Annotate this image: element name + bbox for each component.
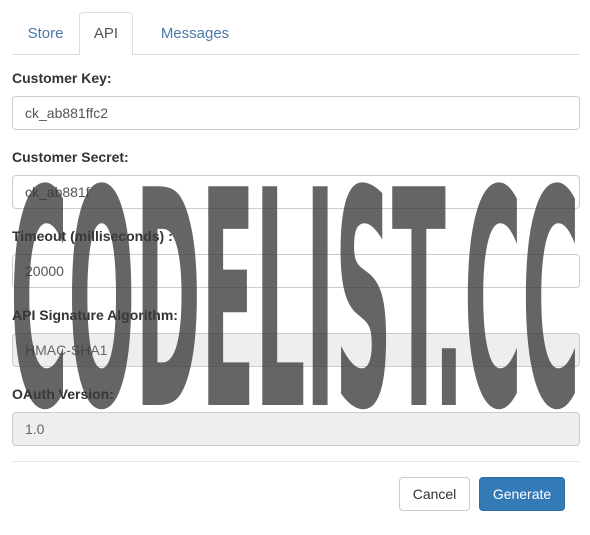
settings-tabs: Store API Messages [12, 12, 580, 55]
signature-algorithm-input [12, 333, 580, 367]
timeout-input[interactable] [12, 254, 580, 288]
customer-key-label: Customer Key: [12, 70, 112, 86]
form-divider [12, 461, 580, 462]
tab-messages[interactable]: Messages [136, 12, 254, 55]
tab-store[interactable]: Store [12, 12, 79, 55]
generate-button[interactable]: Generate [479, 477, 565, 511]
tab-api[interactable]: API [79, 12, 133, 55]
customer-key-input[interactable] [12, 96, 580, 130]
oauth-version-label: OAuth Version: [12, 386, 114, 402]
customer-secret-input[interactable] [12, 175, 580, 209]
oauth-version-input [12, 412, 580, 446]
cancel-button[interactable]: Cancel [399, 477, 470, 511]
signature-algorithm-label: API Signature Algorithm: [12, 307, 178, 323]
customer-secret-label: Customer Secret: [12, 149, 129, 165]
timeout-label: Timeout (milliseconds) : [12, 228, 173, 244]
